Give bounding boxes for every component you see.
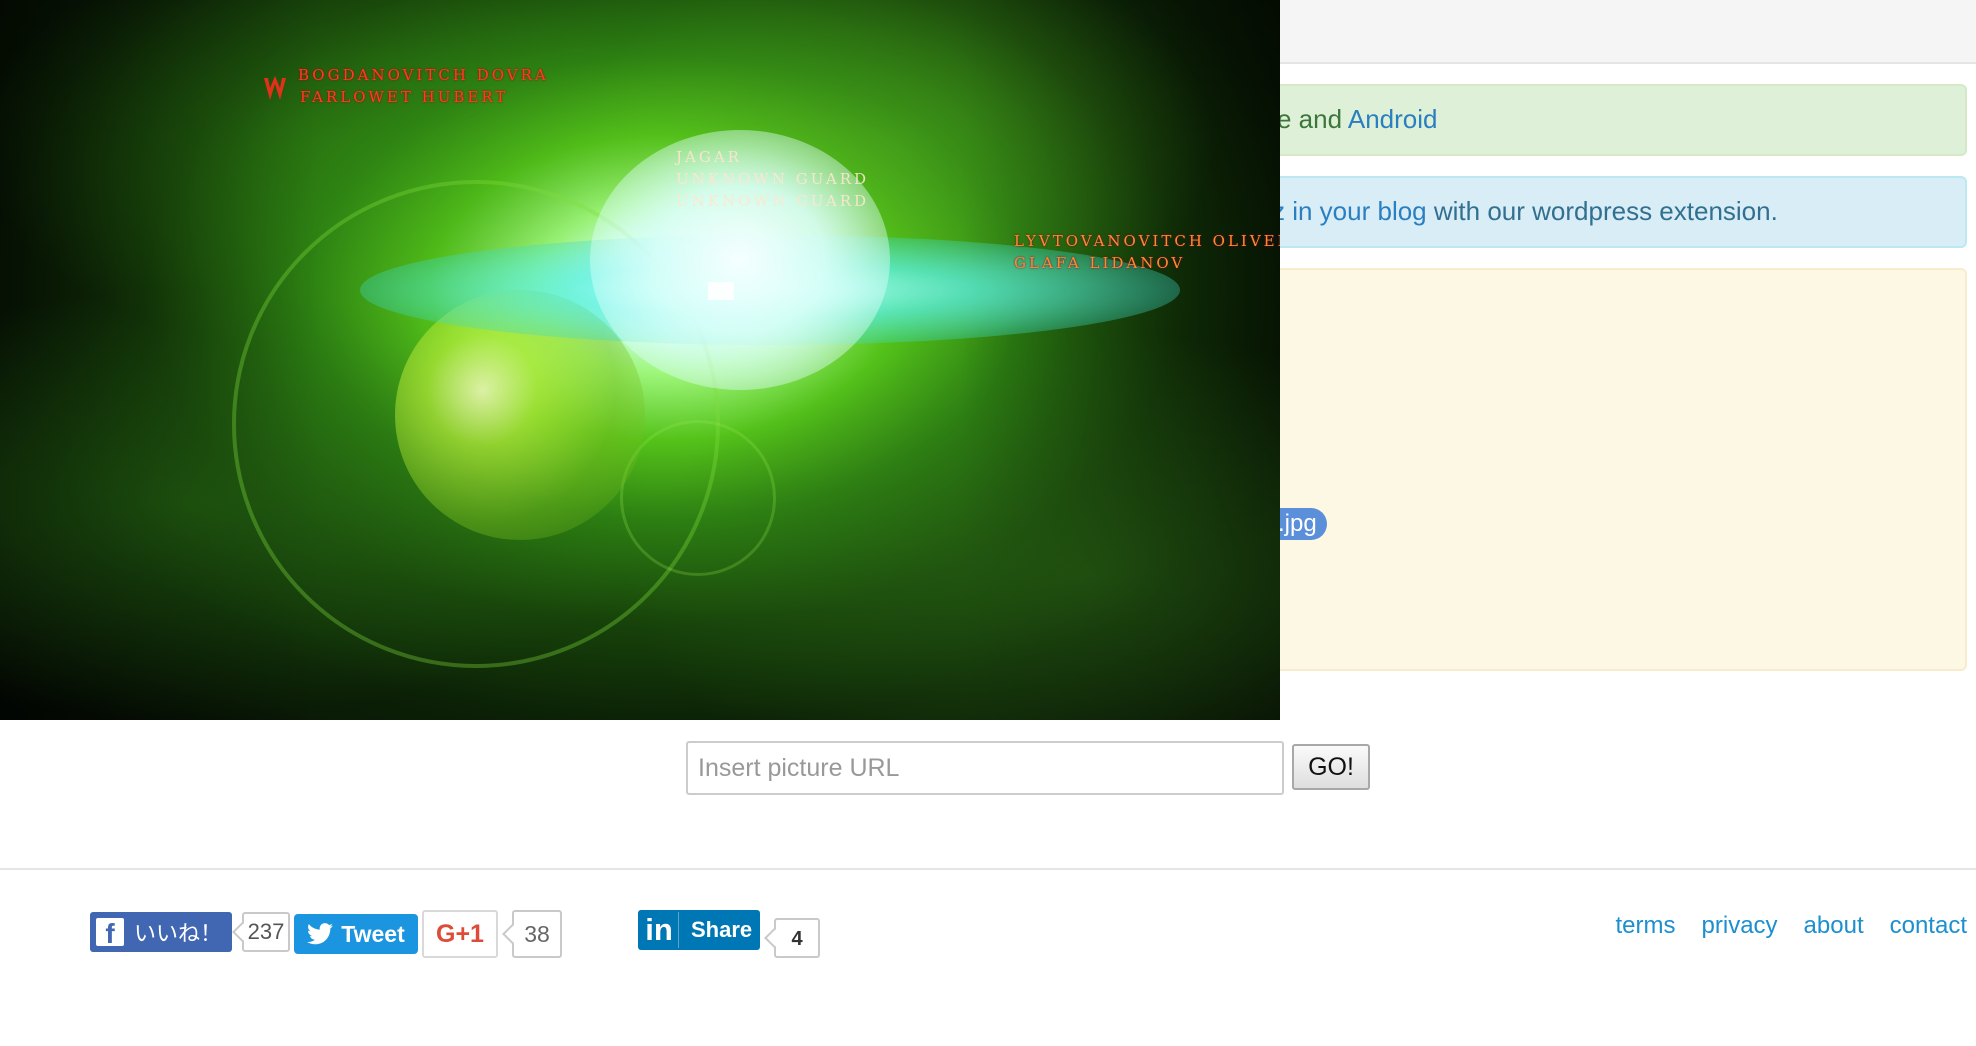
red-credits: Bogdanovitch Dovra Farlowet Hubert: [298, 64, 549, 108]
alert-info: z in your blog with our wordpress extens…: [1180, 176, 1967, 248]
linkedin-icon: in: [640, 912, 679, 948]
alert-success: e and Android: [1180, 84, 1967, 156]
picture-url-input[interactable]: [686, 741, 1284, 795]
tweet-label: Tweet: [341, 920, 405, 947]
red-credit-line: Bogdanovitch Dovra: [298, 66, 549, 84]
white-credit-line: Unknown Guard: [676, 192, 870, 210]
google-plus-one-button[interactable]: G+1: [422, 910, 498, 958]
android-link[interactable]: Android: [1348, 104, 1438, 134]
orange-credit-line: Glafa Lidanov: [1014, 254, 1186, 272]
twitter-bird-icon: [307, 923, 334, 945]
white-credits: Jagar Unknown Guard Unknown Guard: [676, 146, 869, 212]
alert-info-text: z in your blog with our wordpress extens…: [1272, 196, 1778, 227]
alert-info-suffix: with our wordpress extension.: [1426, 196, 1778, 226]
alert-success-prefix: e and: [1277, 104, 1348, 134]
enlarged-picture-overlay[interactable]: Bogdanovitch Dovra Farlowet Hubert Jagar…: [0, 0, 1280, 720]
page: e and Android z in your blog with our wo…: [0, 0, 1976, 1046]
orange-credit-line: Lyvtovanovitch Oliver: [1014, 232, 1280, 250]
red-credit-line: Farlowet Hubert: [300, 88, 509, 106]
footer-links: terms privacy about contact: [1616, 912, 1967, 940]
contact-link[interactable]: contact: [1890, 912, 1967, 940]
about-link[interactable]: about: [1804, 912, 1864, 940]
white-credit-line: Unknown Guard: [676, 170, 870, 188]
linkedin-share-label: Share: [691, 917, 753, 942]
alert-success-text: e and Android: [1277, 104, 1437, 135]
blog-link[interactable]: z in your blog: [1272, 196, 1427, 226]
facebook-like-label: いいね！: [134, 921, 223, 946]
facebook-icon: f: [96, 918, 124, 946]
go-button[interactable]: GO!: [1292, 744, 1370, 790]
red-emblem-icon: [264, 76, 286, 100]
facebook-like-button[interactable]: f いいね！: [90, 912, 232, 952]
alert-warning: [1180, 268, 1967, 671]
linkedin-share-button[interactable]: in Share: [638, 910, 760, 950]
facebook-like-count: 237: [242, 912, 290, 952]
white-credit-line: Jagar: [676, 148, 742, 166]
terms-link[interactable]: terms: [1616, 912, 1676, 940]
footer-divider: [0, 868, 1976, 870]
tweet-button[interactable]: Tweet: [294, 914, 418, 954]
privacy-link[interactable]: privacy: [1702, 912, 1778, 940]
google-plus-count: 38: [512, 910, 562, 958]
lens-flare-ring-small: [620, 420, 776, 576]
orange-credits: Lyvtovanovitch Oliver Glafa Lidanov: [1014, 230, 1280, 274]
linkedin-share-count: 4: [774, 918, 820, 958]
white-square: [708, 282, 734, 300]
